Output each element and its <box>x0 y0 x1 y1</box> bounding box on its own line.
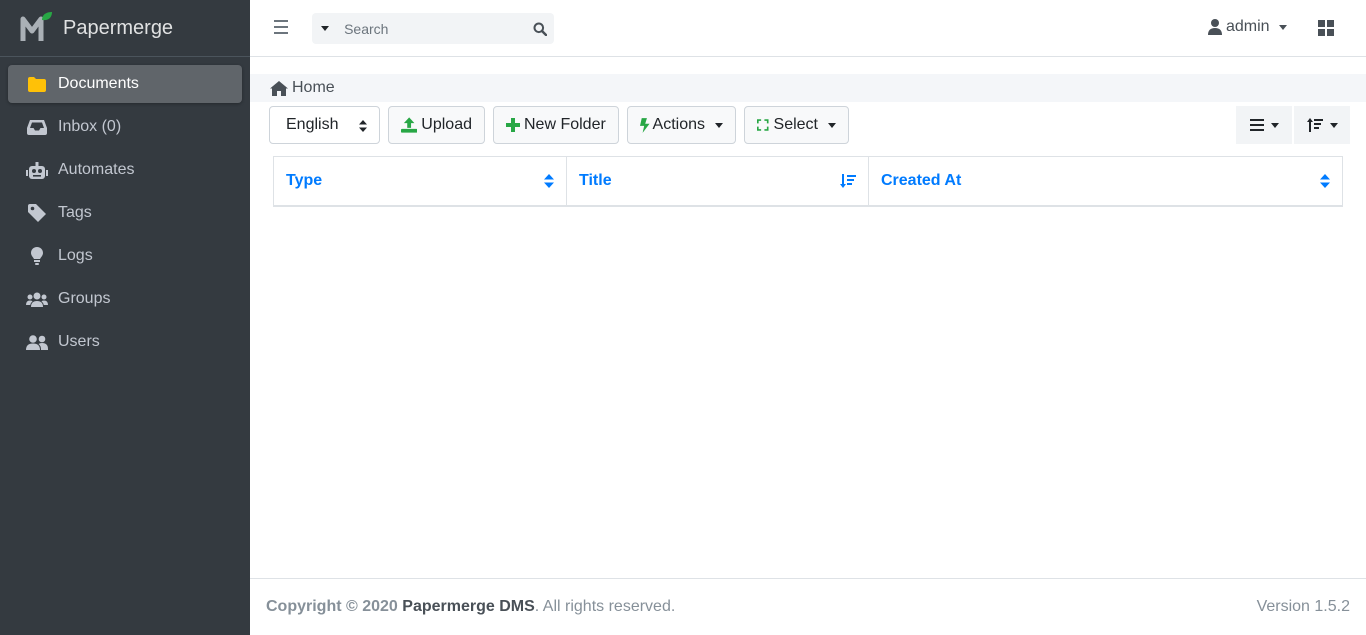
version-label: Version <box>1256 598 1310 615</box>
sidebar-item-label: Documents <box>58 75 139 92</box>
users-group-icon <box>26 289 48 309</box>
column-header-label: Type <box>286 172 323 189</box>
version-info: Version 1.5.2 <box>1257 598 1350 616</box>
plus-icon <box>506 118 520 132</box>
view-mode-dropdown[interactable] <box>1236 106 1292 144</box>
sidebar-nav: Documents Inbox (0) Automates Tags Logs <box>0 57 250 374</box>
documents-table: Type Title Created At <box>273 156 1343 207</box>
upload-icon <box>401 117 418 133</box>
copyright: Copyright © 2020 Papermerge DMS. All rig… <box>266 598 675 616</box>
top-navbar: admin <box>250 0 1366 57</box>
username: admin <box>1226 18 1270 35</box>
language-value: English <box>286 116 339 133</box>
inbox-icon <box>26 117 48 137</box>
sidebar-item-label: Inbox (0) <box>58 118 122 135</box>
sidebar-item-label: Automates <box>58 161 135 178</box>
upload-button[interactable]: Upload <box>388 106 485 144</box>
sort-amount-icon <box>1306 118 1323 132</box>
home-icon <box>270 80 288 96</box>
search-options-dropdown[interactable] <box>312 13 338 44</box>
caret-down-icon <box>1329 122 1338 128</box>
sidebar-item-label: Logs <box>58 247 93 264</box>
caret-down-icon <box>1278 24 1287 30</box>
select-expand-icon <box>757 119 769 131</box>
copyright-prefix: Copyright © 2020 <box>266 598 398 615</box>
breadcrumb-home-label: Home <box>292 79 335 96</box>
sidebar-item-users[interactable]: Users <box>8 323 242 361</box>
language-select[interactable]: English <box>269 106 380 144</box>
version-number: 1.5.2 <box>1314 598 1350 615</box>
lightbulb-icon <box>26 246 48 266</box>
select-label: Select <box>773 116 818 133</box>
sidebar-item-label: Users <box>58 333 100 350</box>
sidebar-item-groups[interactable]: Groups <box>8 280 242 318</box>
robot-icon <box>26 160 48 180</box>
user-icon <box>1208 19 1222 35</box>
column-header-label: Created At <box>881 172 962 189</box>
sort-order-dropdown[interactable] <box>1294 106 1350 144</box>
sort-icon <box>1320 174 1330 188</box>
actions-label: Actions <box>652 116 705 133</box>
user-menu[interactable]: admin <box>1208 18 1287 36</box>
sidebar-item-label: Tags <box>58 204 92 221</box>
search-button[interactable] <box>525 13 554 44</box>
sidebar-item-automates[interactable]: Automates <box>8 151 242 189</box>
actions-dropdown[interactable]: Actions <box>627 106 736 144</box>
footer: Copyright © 2020 Papermerge DMS. All rig… <box>250 578 1366 635</box>
search-group <box>312 13 554 44</box>
papermerge-logo <box>20 11 54 45</box>
bolt-icon <box>640 117 650 133</box>
caret-down-icon <box>320 26 329 31</box>
footer-brand-link[interactable]: Papermerge DMS <box>402 598 535 615</box>
folder-icon <box>26 74 48 94</box>
brand-name: Papermerge <box>63 16 174 39</box>
sort-arrows-icon <box>359 120 367 132</box>
grid-icon <box>1318 20 1334 36</box>
upload-label: Upload <box>421 116 472 133</box>
users-icon <box>26 332 48 352</box>
caret-down-icon <box>715 122 723 128</box>
tags-icon <box>26 203 48 223</box>
sidebar-item-inbox[interactable]: Inbox (0) <box>8 108 242 146</box>
select-dropdown[interactable]: Select <box>744 106 849 144</box>
breadcrumb-home[interactable]: Home <box>270 79 335 97</box>
sidebar-item-tags[interactable]: Tags <box>8 194 242 232</box>
sort-amount-down-icon <box>840 174 856 188</box>
column-header-label: Title <box>579 172 612 189</box>
search-input[interactable] <box>337 13 526 44</box>
caret-down-icon <box>828 122 836 128</box>
list-view-icon <box>1249 119 1264 131</box>
column-header-created-at[interactable]: Created At <box>869 157 1342 205</box>
sidebar: Papermerge Documents Inbox (0) Automates… <box>0 0 250 635</box>
new-folder-label: New Folder <box>524 116 606 133</box>
sidebar-item-label: Groups <box>58 290 111 307</box>
apps-grid-button[interactable] <box>1318 20 1334 36</box>
new-folder-button[interactable]: New Folder <box>493 106 619 144</box>
menu-toggle-icon[interactable] <box>274 20 288 34</box>
sidebar-item-documents[interactable]: Documents <box>8 65 242 103</box>
brand[interactable]: Papermerge <box>0 0 250 57</box>
breadcrumb: Home <box>250 74 1366 102</box>
column-header-type[interactable]: Type <box>274 157 567 205</box>
sidebar-item-logs[interactable]: Logs <box>8 237 242 275</box>
search-icon <box>533 22 547 36</box>
sort-icon <box>544 174 554 188</box>
column-header-title[interactable]: Title <box>567 157 869 205</box>
rights-text: . All rights reserved. <box>534 598 676 615</box>
caret-down-icon <box>1270 122 1279 128</box>
